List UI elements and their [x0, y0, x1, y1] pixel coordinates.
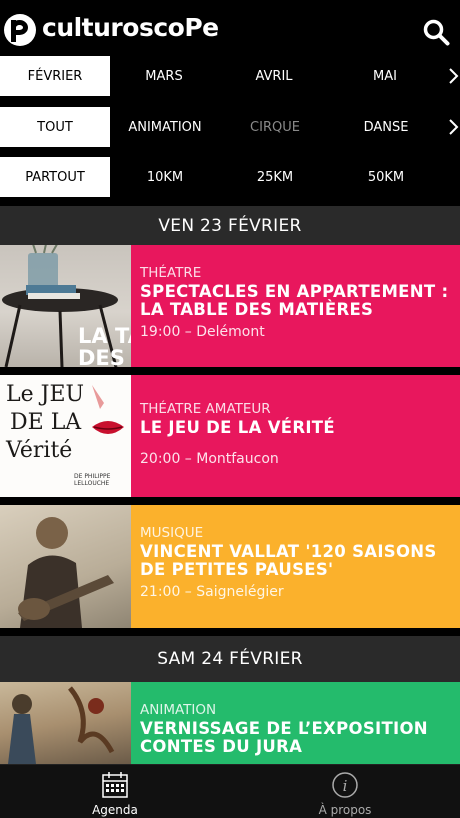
month-chip-fevrier[interactable]: FÉVRIER: [0, 56, 110, 96]
category-chip-cirque[interactable]: CIRQUE: [220, 107, 330, 147]
event-time-place: 19:00 – Delémont: [140, 324, 265, 340]
app-logo-text: culturoscoPe: [42, 13, 219, 42]
separator: [0, 497, 460, 505]
month-chip-mai[interactable]: MAI: [330, 56, 440, 96]
day-header: VEN 23 FÉVRIER: [0, 206, 460, 245]
tab-agenda[interactable]: Agenda: [0, 765, 230, 818]
chevron-right-icon[interactable]: [447, 117, 459, 137]
tab-label: À propos: [318, 803, 372, 817]
event-thumbnail: [0, 505, 131, 628]
event-thumbnail: Le JEU DE LA Vérité DE PHILIPPE LELLOUCH…: [0, 375, 131, 497]
category-chip-animation[interactable]: ANIMATION: [110, 107, 220, 147]
event-card[interactable]: MUSIQUE VINCENT VALLAT '120 SAISONS DE P…: [0, 505, 460, 628]
event-time-place: 21:00 – Saignelégier: [140, 584, 284, 600]
tab-label: Agenda: [92, 803, 138, 817]
event-time-place: 20:00 – Montfaucon: [140, 451, 279, 467]
app-header: culturoscoPe: [0, 0, 460, 60]
event-thumbnail: [0, 682, 131, 764]
day-header: SAM 24 FÉVRIER: [0, 636, 460, 682]
month-chip-mars[interactable]: MARS: [110, 56, 218, 96]
separator: [0, 367, 460, 375]
event-thumbnail: LA TA DES M: [0, 245, 131, 367]
event-category: ANIMATION: [140, 702, 217, 718]
event-title: VERNISSAGE DE L’EXPOSITION CONTES DU JUR…: [140, 719, 428, 756]
category-chip-danse[interactable]: DANSE: [330, 107, 442, 147]
category-filter: TOUT ANIMATION CIRQUE DANSE: [0, 107, 460, 149]
calendar-icon: [102, 772, 128, 798]
chevron-right-icon[interactable]: [447, 66, 459, 86]
event-category: THÉATRE: [140, 265, 202, 281]
month-filter: FÉVRIER MARS AVRIL MAI: [0, 56, 460, 98]
event-category: THÉATRE AMATEUR: [140, 401, 271, 417]
month-chip-avril[interactable]: AVRIL: [218, 56, 330, 96]
distance-chip-10km[interactable]: 10KM: [110, 157, 220, 197]
thumbnail-caption: DE PHILIPPE LELLOUCHE: [74, 473, 111, 487]
event-title: SPECTACLES EN APPARTEMENT : LA TABLE DES…: [140, 282, 449, 319]
event-card[interactable]: Le JEU DE LA Vérité DE PHILIPPE LELLOUCH…: [0, 375, 460, 497]
event-category: MUSIQUE: [140, 525, 204, 541]
thumbnail-text: LA TA DES M: [78, 324, 131, 367]
event-title: VINCENT VALLAT '120 SAISONS DE PETITES P…: [140, 542, 437, 579]
tab-bar: Agenda i À propos: [0, 764, 460, 818]
search-icon[interactable]: [422, 18, 450, 46]
distance-filter: PARTOUT 10KM 25KM 50KM: [0, 157, 460, 199]
category-chip-tout[interactable]: TOUT: [0, 107, 110, 147]
tab-a-propos[interactable]: i À propos: [230, 765, 460, 818]
event-card[interactable]: LA TA DES M THÉATRE SPECTACLES EN APPART…: [0, 245, 460, 367]
distance-chip-partout[interactable]: PARTOUT: [0, 157, 110, 197]
event-card[interactable]: ANIMATION VERNISSAGE DE L’EXPOSITION CON…: [0, 682, 460, 764]
distance-chip-50km[interactable]: 50KM: [330, 157, 442, 197]
event-title: LE JEU DE LA VÉRITÉ: [140, 418, 335, 437]
logo-icon: [4, 14, 36, 46]
svg-text:i: i: [343, 777, 348, 795]
distance-chip-25km[interactable]: 25KM: [220, 157, 330, 197]
info-icon: i: [332, 772, 358, 798]
